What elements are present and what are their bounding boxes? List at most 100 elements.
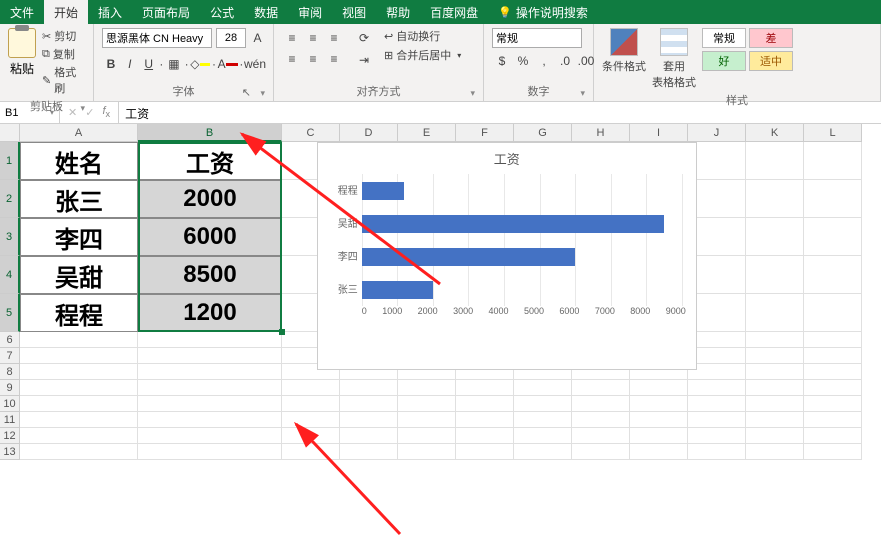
cell-B8[interactable] (138, 364, 282, 380)
cell-G10[interactable] (514, 396, 572, 412)
cell-K3[interactable] (746, 218, 804, 256)
cell-J10[interactable] (688, 396, 746, 412)
row-header-11[interactable]: 11 (0, 412, 20, 428)
style-neutral[interactable]: 适中 (749, 51, 793, 71)
col-header-G[interactable]: G (514, 124, 572, 142)
cell-A13[interactable] (20, 444, 138, 460)
underline-button[interactable]: U (140, 54, 158, 74)
cell-K9[interactable] (746, 380, 804, 396)
cell-A12[interactable] (20, 428, 138, 444)
cell-K6[interactable] (746, 332, 804, 348)
cell-I12[interactable] (630, 428, 688, 444)
col-header-I[interactable]: I (630, 124, 688, 142)
col-header-K[interactable]: K (746, 124, 804, 142)
menu-data[interactable]: 数据 (244, 0, 288, 24)
cell-B5[interactable]: 1200 (138, 294, 282, 332)
cell-E12[interactable] (398, 428, 456, 444)
cell-D9[interactable] (340, 380, 398, 396)
cell-B7[interactable] (138, 348, 282, 364)
cell-B1[interactable]: 工资 (138, 142, 282, 180)
cell-B9[interactable] (138, 380, 282, 396)
row-header-10[interactable]: 10 (0, 396, 20, 412)
font-name-combo[interactable] (102, 28, 212, 48)
row-header-9[interactable]: 9 (0, 380, 20, 396)
cell-K11[interactable] (746, 412, 804, 428)
style-good[interactable]: 好 (702, 51, 746, 71)
menu-tell-me[interactable]: 操作说明搜索 (488, 0, 598, 24)
cell-B13[interactable] (138, 444, 282, 460)
cell-J11[interactable] (688, 412, 746, 428)
cell-J9[interactable] (688, 380, 746, 396)
menu-review[interactable]: 审阅 (288, 0, 332, 24)
cell-E13[interactable] (398, 444, 456, 460)
spreadsheet-grid[interactable]: ABCDEFGHIJKL 12345678910111213 姓名工资张三200… (0, 124, 881, 544)
cell-A1[interactable]: 姓名 (20, 142, 138, 180)
cell-L10[interactable] (804, 396, 862, 412)
cell-L4[interactable] (804, 256, 862, 294)
cell-K1[interactable] (746, 142, 804, 180)
style-normal[interactable]: 常规 (702, 28, 746, 48)
cell-E9[interactable] (398, 380, 456, 396)
font-size-combo[interactable] (216, 28, 246, 48)
menu-insert[interactable]: 插入 (88, 0, 132, 24)
cell-A8[interactable] (20, 364, 138, 380)
bold-button[interactable]: B (102, 54, 120, 74)
cell-B2[interactable]: 2000 (138, 180, 282, 218)
col-header-D[interactable]: D (340, 124, 398, 142)
row-header-3[interactable]: 3 (0, 218, 20, 256)
cell-I9[interactable] (630, 380, 688, 396)
border-button[interactable]: ▦ (165, 54, 183, 74)
decrease-decimal[interactable]: .00 (576, 51, 596, 71)
format-as-table-button[interactable]: 套用 表格格式 (652, 28, 696, 90)
cell-A7[interactable] (20, 348, 138, 364)
wrap-text-button[interactable]: ↩自动换行 (384, 28, 461, 44)
fill-color-button[interactable]: ◇ (190, 54, 210, 74)
menu-help[interactable]: 帮助 (376, 0, 420, 24)
cell-C9[interactable] (282, 380, 340, 396)
cell-K10[interactable] (746, 396, 804, 412)
cell-G11[interactable] (514, 412, 572, 428)
col-header-F[interactable]: F (456, 124, 514, 142)
cell-D10[interactable] (340, 396, 398, 412)
style-bad[interactable]: 差 (749, 28, 793, 48)
cell-H10[interactable] (572, 396, 630, 412)
menu-file[interactable]: 文件 (0, 0, 44, 24)
cell-L7[interactable] (804, 348, 862, 364)
cell-A6[interactable] (20, 332, 138, 348)
cell-F13[interactable] (456, 444, 514, 460)
cell-K12[interactable] (746, 428, 804, 444)
cell-L6[interactable] (804, 332, 862, 348)
cell-B6[interactable] (138, 332, 282, 348)
col-header-J[interactable]: J (688, 124, 746, 142)
cell-B10[interactable] (138, 396, 282, 412)
cell-B11[interactable] (138, 412, 282, 428)
cell-E10[interactable] (398, 396, 456, 412)
row-header-13[interactable]: 13 (0, 444, 20, 460)
cell-A3[interactable]: 李四 (20, 218, 138, 256)
cell-A11[interactable] (20, 412, 138, 428)
col-header-C[interactable]: C (282, 124, 340, 142)
cell-K13[interactable] (746, 444, 804, 460)
cell-C10[interactable] (282, 396, 340, 412)
font-launcher[interactable]: ▾ (260, 88, 265, 99)
cell-L2[interactable] (804, 180, 862, 218)
comma-button[interactable]: , (534, 51, 554, 71)
menu-home[interactable]: 开始 (44, 0, 88, 24)
cell-A5[interactable]: 程程 (20, 294, 138, 332)
accounting-button[interactable]: $ (492, 51, 512, 71)
increase-decimal[interactable]: .0 (555, 51, 575, 71)
cell-L9[interactable] (804, 380, 862, 396)
align-center[interactable]: ≡ (303, 49, 323, 69)
cell-L5[interactable] (804, 294, 862, 332)
cell-C11[interactable] (282, 412, 340, 428)
cell-H11[interactable] (572, 412, 630, 428)
cell-D11[interactable] (340, 412, 398, 428)
select-all-corner[interactable] (0, 124, 20, 142)
cell-C12[interactable] (282, 428, 340, 444)
cell-H9[interactable] (572, 380, 630, 396)
format-painter-button[interactable]: ✎格式刷 (42, 64, 85, 96)
percent-button[interactable]: % (513, 51, 533, 71)
indent-button[interactable]: ⇥ (354, 50, 374, 70)
row-header-7[interactable]: 7 (0, 348, 20, 364)
enter-formula-icon[interactable]: ✓ (85, 106, 94, 119)
